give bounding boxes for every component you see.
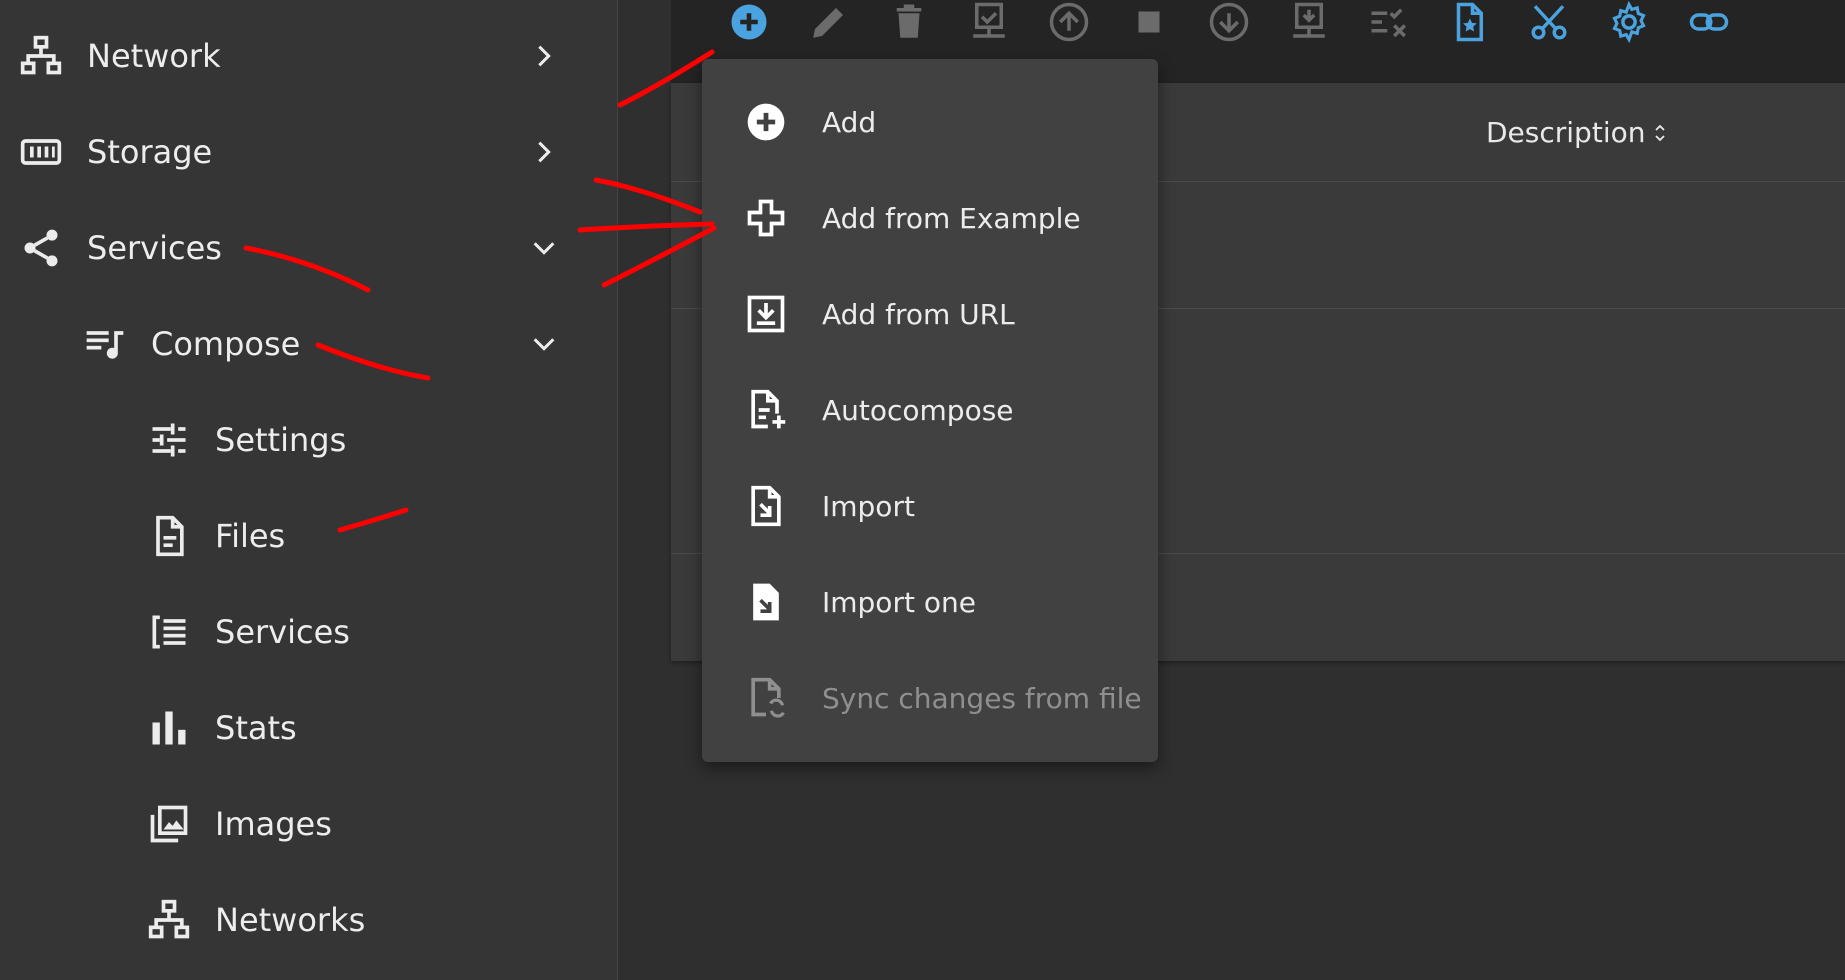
storage-icon	[18, 129, 64, 175]
plus-outline-icon	[747, 199, 785, 237]
sidebar-item-label: Services	[87, 229, 222, 267]
share-icon	[18, 225, 64, 271]
add-menu: Add Add from Example Add from URL Autoco…	[702, 59, 1158, 762]
sidebar-item-label: Settings	[215, 421, 347, 459]
file-document-icon	[146, 513, 192, 559]
list-check-x-icon	[1371, 8, 1406, 38]
menu-item-label: Add	[822, 105, 877, 139]
sidebar-item-label: Stats	[215, 709, 297, 747]
menu-item-add-from-example[interactable]: Add from Example	[702, 170, 1158, 266]
menu-item-label: Add from URL	[822, 297, 1015, 331]
sidebar-item-services[interactable]: Services	[0, 200, 617, 296]
add-icon	[731, 4, 767, 40]
down-button[interactable]	[1203, 0, 1255, 44]
sidebar-item-compose-services[interactable]: Services	[0, 584, 617, 680]
gear-icon	[1612, 1, 1646, 43]
sidebar-item-settings[interactable]: Settings	[0, 392, 617, 488]
stop-button[interactable]	[1123, 0, 1175, 44]
sidebar-item-label: Network	[87, 37, 221, 75]
sidebar-item-stats[interactable]: Stats	[0, 680, 617, 776]
chevron-down-icon	[533, 338, 555, 351]
trash-icon	[896, 4, 922, 38]
network-icon	[18, 33, 64, 79]
sidebar-item-storage[interactable]: Storage	[0, 104, 617, 200]
sidebar-item-networks[interactable]: Networks	[0, 872, 617, 968]
file-plus-icon	[751, 389, 786, 429]
arrow-up-circle-icon	[1049, 2, 1089, 42]
settings-button[interactable]	[1603, 0, 1655, 44]
chevron-right-icon	[538, 45, 551, 67]
sidebar-item-label: Networks	[215, 901, 366, 939]
sidebar-item-label: Compose	[151, 325, 301, 363]
server-download-icon	[1293, 2, 1325, 38]
menu-item-label: Add from Example	[822, 201, 1081, 235]
menu-item-import[interactable]: Import	[702, 458, 1158, 554]
menu-item-label: Import	[822, 489, 915, 523]
bar-chart-icon	[146, 705, 192, 751]
edit-button[interactable]	[803, 0, 855, 44]
pencil-icon	[813, 8, 843, 38]
menu-item-autocompose[interactable]: Autocompose	[702, 362, 1158, 458]
scissors-icon	[1531, 5, 1567, 40]
download-box-icon	[747, 295, 785, 333]
add-button[interactable]	[723, 0, 775, 44]
column-header-label: Description	[1486, 116, 1646, 149]
link-icon	[1689, 13, 1729, 31]
tune-icon	[146, 417, 192, 463]
file-import-solid-icon	[753, 583, 779, 621]
check-button[interactable]	[963, 0, 1015, 44]
sidebar: Network Storage Services Compose Setting…	[0, 0, 618, 980]
menu-item-label: Sync changes from file	[822, 681, 1142, 715]
sidebar-item-label: Storage	[87, 133, 213, 171]
chevron-down-icon	[533, 242, 555, 255]
file-import-icon	[751, 485, 781, 527]
file-sync-icon	[751, 677, 785, 718]
cut-button[interactable]	[1523, 0, 1575, 44]
sort-icon	[1655, 124, 1666, 141]
menu-item-sync-changes: Sync changes from file	[702, 650, 1158, 746]
menu-item-label: Autocompose	[822, 393, 1014, 427]
sidebar-item-label: Images	[215, 805, 332, 843]
compose-icon	[82, 321, 128, 367]
sidebar-item-files[interactable]: Files	[0, 488, 617, 584]
pull-button[interactable]	[1283, 0, 1335, 44]
sidebar-item-label: Files	[215, 517, 286, 555]
plus-circle-icon	[747, 103, 785, 141]
sidebar-item-compose[interactable]: Compose	[0, 296, 617, 392]
sidebar-item-images[interactable]: Images	[0, 776, 617, 872]
link-button[interactable]	[1683, 0, 1735, 44]
file-star-icon	[1456, 2, 1483, 42]
format-list-icon	[146, 609, 192, 655]
chevron-right-icon	[538, 141, 551, 163]
column-header-description[interactable]: Description	[1486, 116, 1667, 149]
image-multiple-icon	[146, 801, 192, 847]
menu-item-label: Import one	[822, 585, 976, 619]
menu-item-add[interactable]: Add	[702, 74, 1158, 170]
favorite-file-button[interactable]	[1443, 0, 1495, 44]
menu-item-import-one[interactable]: Import one	[702, 554, 1158, 650]
server-check-icon	[973, 2, 1005, 38]
sidebar-item-network[interactable]: Network	[0, 8, 617, 104]
network-icon	[146, 897, 192, 943]
check-list-button[interactable]	[1363, 0, 1415, 44]
arrow-down-circle-icon	[1209, 2, 1249, 42]
sidebar-item-label: Services	[215, 613, 350, 651]
stop-icon	[1138, 11, 1160, 33]
menu-item-add-from-url[interactable]: Add from URL	[702, 266, 1158, 362]
delete-button[interactable]	[883, 0, 935, 44]
up-button[interactable]	[1043, 0, 1095, 44]
